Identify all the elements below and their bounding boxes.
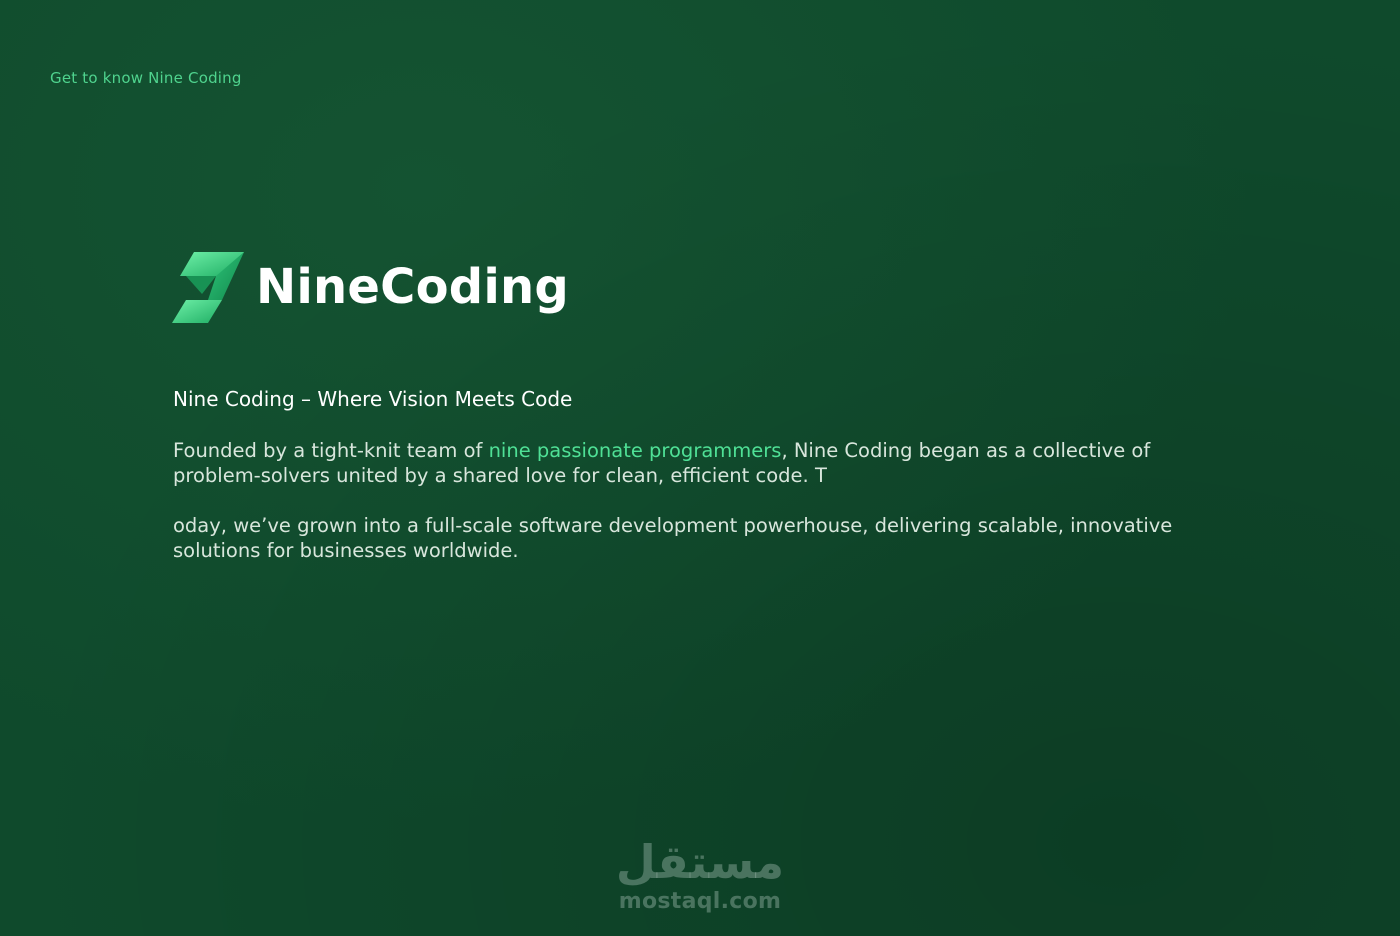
nine-coding-logo-icon (172, 252, 244, 323)
brand-name: NineCoding (256, 259, 569, 315)
about-paragraph-2: oday, we’ve grown into a full-scale soft… (173, 514, 1173, 562)
brand-logo: NineCoding (172, 250, 569, 324)
mostaql-watermark: مستقل mostaql.com (600, 835, 800, 920)
eyebrow-label: Get to know Nine Coding (50, 69, 242, 87)
watermark-latin: mostaql.com (618, 889, 782, 914)
section-headline: Nine Coding – Where Vision Meets Code (173, 387, 573, 411)
watermark-arabic: مستقل (615, 835, 785, 889)
about-paragraph-1: Founded by a tight-knit team of nine pas… (173, 438, 1233, 488)
about-body: Founded by a tight-knit team of nine pas… (173, 438, 1233, 588)
highlight-text: nine passionate programmers (488, 439, 782, 462)
paragraph-text: Founded by a tight-knit team of (173, 439, 489, 462)
